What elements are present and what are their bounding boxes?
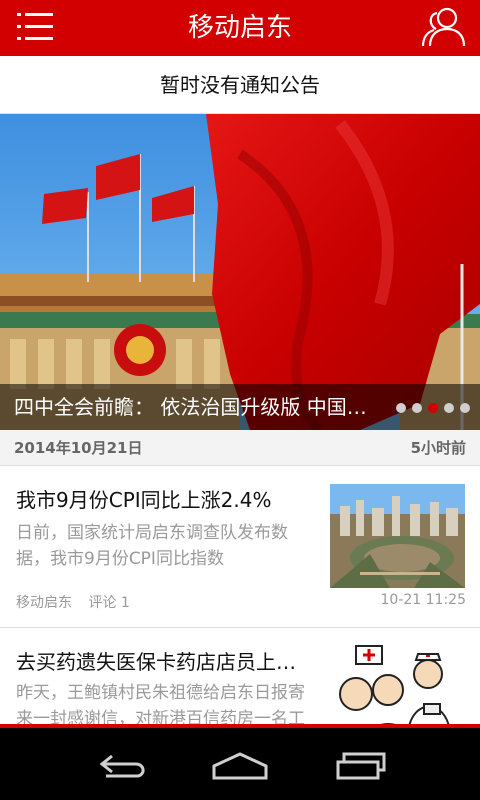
back-arrow-icon[interactable]	[88, 742, 152, 786]
date-label: 2014年10月21日	[14, 439, 143, 457]
home-icon[interactable]	[208, 742, 272, 786]
news-time: 10-21 11:25	[380, 592, 466, 608]
carousel-dot[interactable]	[460, 403, 470, 413]
banner-caption-text: 四中全会前瞻： 依法治国升级版 中国…	[14, 395, 367, 419]
notice-bar[interactable]: 暂时没有通知公告	[0, 56, 480, 114]
news-source: 移动启东	[16, 595, 72, 611]
banner-image	[0, 114, 480, 430]
banner-caption: 四中全会前瞻： 依法治国升级版 中国…	[0, 384, 480, 430]
recent-apps-icon[interactable]	[328, 742, 392, 786]
news-title: 我市9月份CPI同比上涨2.4%	[16, 488, 272, 512]
news-summary: 昨天，王鲍镇村民朱祖德给启东日报寄来一封感谢信，对新港百信药房一名工	[16, 683, 305, 728]
date-bar: 2014年10月21日 5小时前	[0, 430, 480, 466]
news-summary: 日前，国家统计局启东调查队发布数据，我市9月份CPI同比指数	[16, 523, 288, 569]
carousel-dot-active[interactable]	[428, 403, 438, 413]
page-title: 移动启东	[187, 13, 292, 43]
users-icon[interactable]	[418, 2, 468, 52]
headline-carousel[interactable]: 四中全会前瞻： 依法治国升级版 中国…	[0, 114, 480, 430]
news-thumbnail	[330, 484, 465, 588]
system-nav-bar	[0, 728, 480, 800]
carousel-dot[interactable]	[396, 403, 406, 413]
news-thumbnail	[328, 642, 464, 728]
relative-time-label: 5小时前	[410, 439, 466, 457]
news-meta: 移动启东 评论 1	[16, 592, 142, 612]
carousel-indicator	[396, 403, 470, 413]
carousel-dot[interactable]	[412, 403, 422, 413]
app-header: 移动启东	[0, 0, 480, 56]
carousel-dot[interactable]	[444, 403, 454, 413]
news-title: 去买药遗失医保卡药店店员上…	[16, 650, 296, 674]
news-item[interactable]: 去买药遗失医保卡药店店员上… 昨天，王鲍镇村民朱祖德给启东日报寄来一封感谢信，对…	[0, 628, 480, 728]
news-item[interactable]: 我市9月份CPI同比上涨2.4% 日前，国家统计局启东调查队发布数据，我市9月份…	[0, 466, 480, 628]
news-comments: 评论 1	[88, 595, 130, 611]
